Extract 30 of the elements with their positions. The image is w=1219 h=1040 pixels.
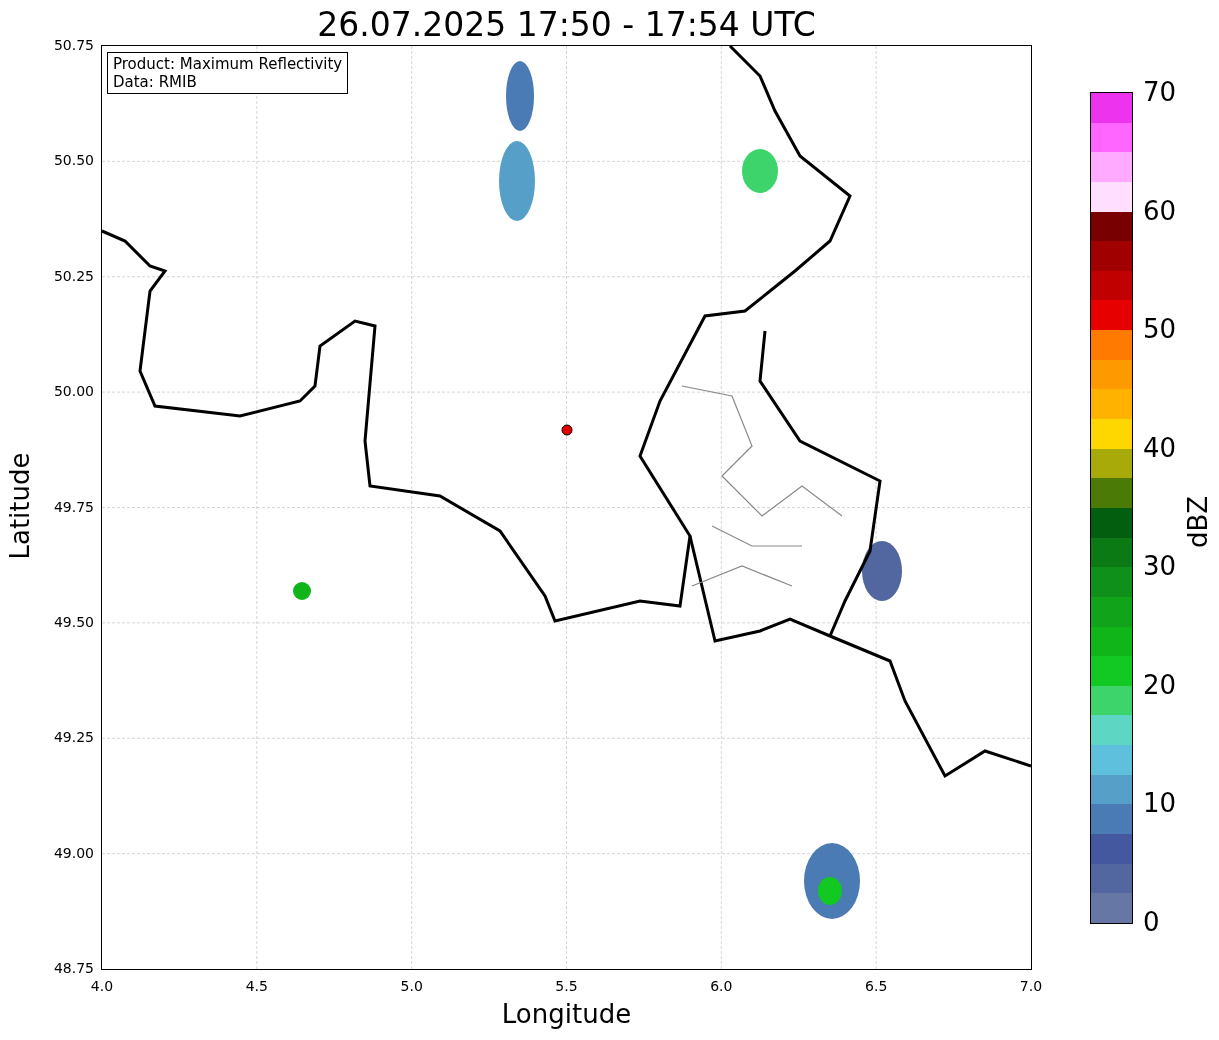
y-axis-label: Latitude <box>3 452 36 560</box>
colorbar-tick-label: 60 <box>1143 195 1177 226</box>
colorbar-tick-label: 10 <box>1143 788 1177 819</box>
x-tick-label: 4.0 <box>90 978 114 994</box>
x-tick-label: 6.5 <box>865 978 888 994</box>
legend-text: Data: RMIB <box>113 73 198 91</box>
y-tick-label: 50.50 <box>53 152 94 169</box>
y-tick-label: 50.00 <box>53 383 94 400</box>
x-tick-label: 5.0 <box>400 978 423 994</box>
y-tick-label: 49.25 <box>53 729 94 746</box>
colorbar-tick-label: 50 <box>1143 314 1177 345</box>
y-tick-label: 49.75 <box>53 498 94 515</box>
y-tick-label: 49.50 <box>53 613 94 630</box>
x-tick-label: 6.0 <box>710 978 733 994</box>
chart-title: 26.07.2025 17:50 - 17:54 UTC <box>317 5 816 45</box>
x-tick-label: 7.0 <box>1019 978 1043 994</box>
y-tick-label: 49.00 <box>53 844 94 861</box>
x-tick-label: 5.5 <box>555 978 578 994</box>
colorbar-tick-label: 0 <box>1143 907 1160 937</box>
colorbar-tick-label: 30 <box>1143 551 1177 582</box>
colorbar-tick-label: 40 <box>1143 432 1177 463</box>
x-tick-label: 4.5 <box>245 978 268 994</box>
colorbar-tick-label: 20 <box>1143 669 1177 700</box>
colorbar-tick-label: 70 <box>1143 77 1177 107</box>
y-tick-label: 50.75 <box>53 37 94 53</box>
y-tick-label: 48.75 <box>53 960 94 976</box>
y-tick-label: 50.25 <box>53 267 94 284</box>
x-axis-label: Longitude <box>501 998 632 1030</box>
legend-text: Product: Maximum Reflectivity <box>113 55 343 73</box>
colorbar-label: dBZ <box>1181 495 1214 549</box>
